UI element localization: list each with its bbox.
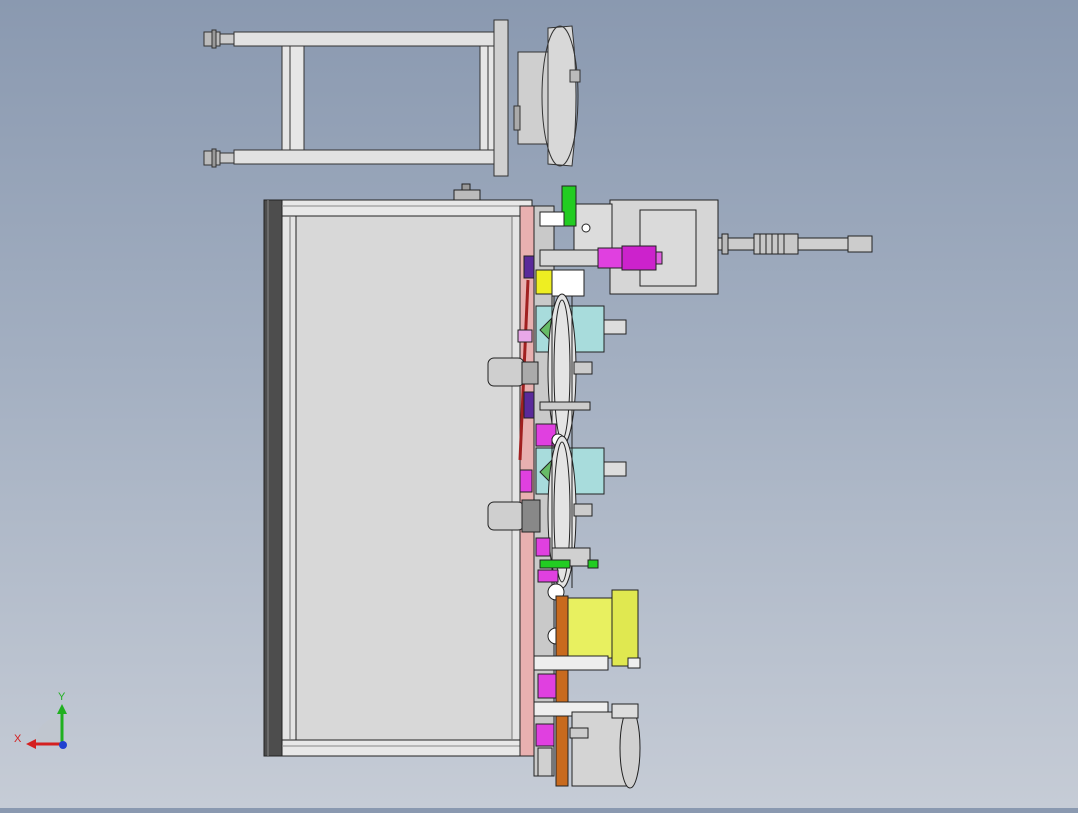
- z-axis-dot: [59, 741, 67, 749]
- flange-disc: [513, 25, 581, 167]
- leveling-foot-upper: [203, 29, 235, 49]
- cabinet-left-rail: [263, 199, 283, 757]
- orange-strip: [555, 595, 569, 787]
- x-axis-label: X: [14, 733, 22, 745]
- frame-beam-lower: [233, 149, 503, 165]
- cad-drawing: Y X: [14, 19, 873, 789]
- cutting-disc-upper: [547, 293, 577, 447]
- magenta-cylinder: [539, 245, 663, 271]
- frame-beam-upper: [233, 31, 503, 47]
- mechanism-column: [487, 185, 873, 789]
- cabinet-top-knob: [453, 189, 481, 201]
- yellow-block: [535, 269, 553, 295]
- frame-post-left: [281, 45, 305, 151]
- motor-lower: [487, 499, 593, 533]
- main-cabinet: [263, 183, 533, 757]
- top-frame-assembly: [203, 19, 581, 177]
- leveling-foot-lower: [203, 148, 235, 168]
- axis-triad: Y X: [14, 691, 67, 749]
- frame-end-plate: [493, 19, 509, 177]
- cad-viewport[interactable]: Y X: [0, 0, 1078, 808]
- cabinet-panel: [295, 215, 513, 741]
- output-shaft: [717, 233, 873, 255]
- motor-bottom: [569, 703, 641, 789]
- y-axis-label: Y: [58, 691, 66, 703]
